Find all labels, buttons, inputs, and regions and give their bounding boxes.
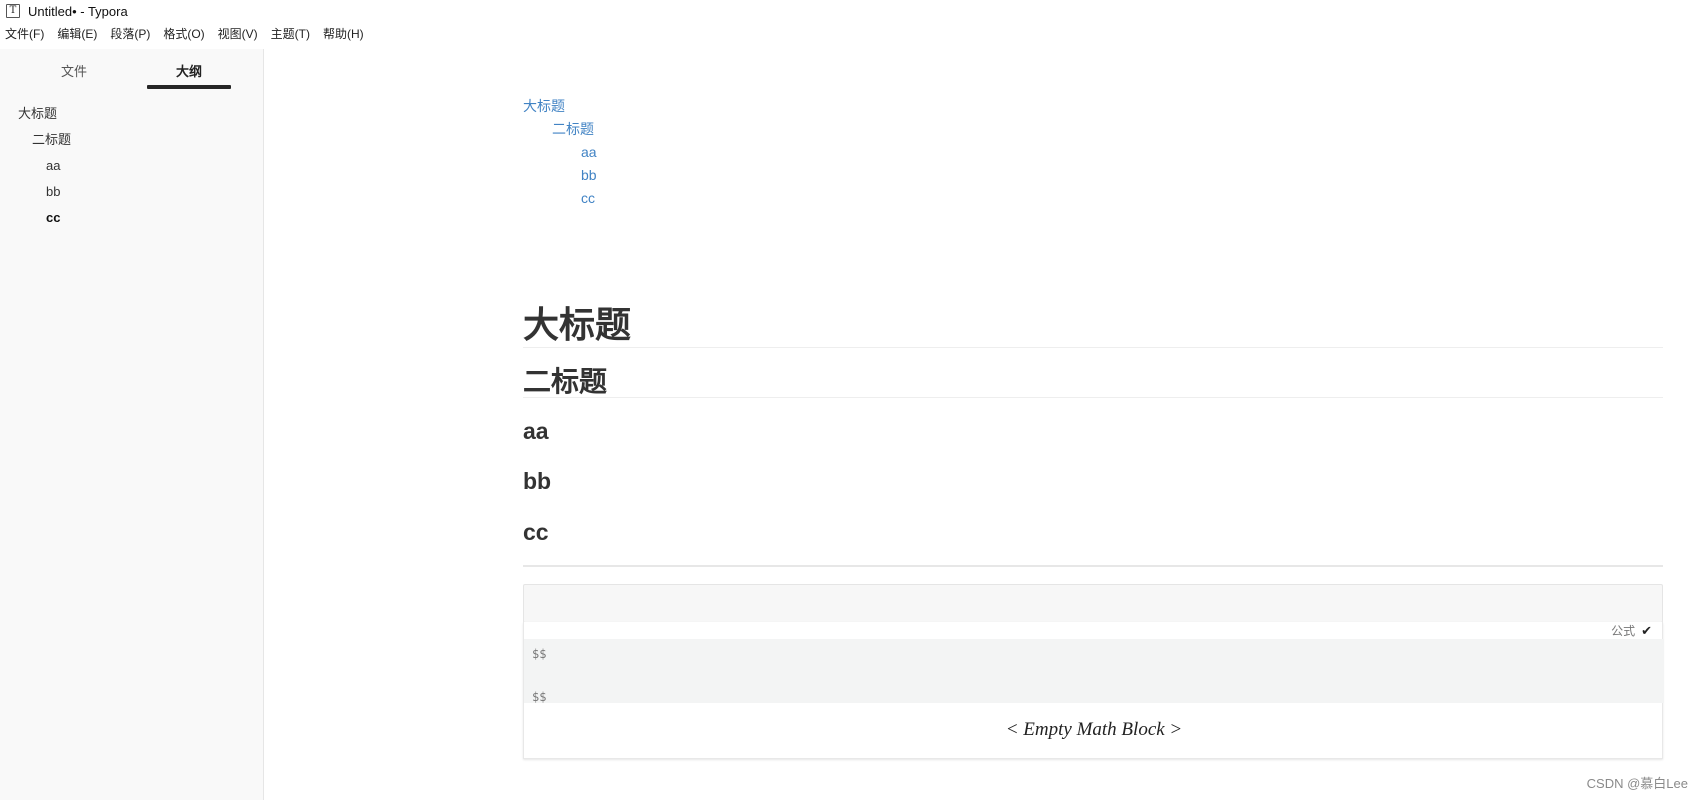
menu-file[interactable]: 文件(F) (5, 25, 44, 42)
heading-1[interactable]: 大标题 (523, 300, 1663, 348)
window-title: Untitled• - Typora (28, 3, 128, 19)
menu-paragraph[interactable]: 段落(P) (110, 25, 150, 42)
tab-outline[interactable]: 大纲 (147, 61, 231, 80)
outline-item-h1[interactable]: 大标题 (0, 101, 263, 127)
menu-theme[interactable]: 主题(T) (271, 25, 310, 42)
outline-item-h2[interactable]: 二标题 (0, 127, 263, 153)
math-delimiter-close: $$ (532, 690, 547, 704)
math-block[interactable]: 公式 ✔ $$ $$ < Empty Math Block > (523, 622, 1664, 759)
math-delimiter-open: $$ (532, 647, 547, 661)
menu-format[interactable]: 格式(O) (163, 25, 204, 42)
menu-view[interactable]: 视图(V) (218, 25, 258, 42)
toc-link-bb[interactable]: bb (523, 164, 597, 187)
heading-3-cc[interactable]: cc (523, 517, 549, 547)
math-preview: < Empty Math Block > (1005, 719, 1183, 740)
heading-3-aa[interactable]: aa (523, 416, 549, 446)
math-source-editor[interactable]: $$ $$ (524, 639, 1664, 704)
outline-item-aa[interactable]: aa (0, 153, 263, 179)
heading-3-bb[interactable]: bb (523, 466, 551, 496)
active-tab-indicator (147, 85, 231, 89)
horizontal-rule (523, 565, 1663, 567)
outline-item-bb[interactable]: bb (0, 179, 263, 205)
typora-app-icon: T (6, 4, 20, 18)
menu-edit[interactable]: 编辑(E) (57, 25, 97, 42)
toc-link-h1[interactable]: 大标题 (523, 95, 597, 118)
csdn-watermark: CSDN @慕白Lee (1586, 776, 1688, 791)
math-language-label[interactable]: 公式 ✔ (1594, 622, 1662, 639)
menu-bar: 文件(F) 编辑(E) 段落(P) 格式(O) 视图(V) 主题(T) 帮助(H… (0, 23, 377, 43)
toc-link-cc[interactable]: cc (523, 187, 597, 210)
outline-item-cc[interactable]: cc (0, 205, 263, 231)
checkmark-icon[interactable]: ✔ (1641, 623, 1652, 639)
tab-files[interactable]: 文件 (32, 61, 116, 80)
outline-list: 大标题 二标题 aa bb cc (0, 101, 263, 231)
table-of-contents: 大标题 二标题 aa bb cc (523, 95, 597, 210)
menu-help[interactable]: 帮助(H) (323, 25, 364, 42)
math-block-input[interactable] (523, 584, 1663, 623)
sidebar: 文件 大纲 大标题 二标题 aa bb cc (0, 49, 264, 800)
heading-2[interactable]: 二标题 (523, 360, 1663, 398)
math-lang-text: 公式 (1611, 624, 1636, 638)
toc-link-h2[interactable]: 二标题 (523, 118, 597, 141)
sidebar-tabs: 文件 大纲 (0, 49, 263, 91)
editor-area[interactable]: 大标题 二标题 aa bb cc 大标题 二标题 aa bb cc 公式 ✔ $… (523, 0, 1664, 800)
toc-link-aa[interactable]: aa (523, 141, 597, 164)
